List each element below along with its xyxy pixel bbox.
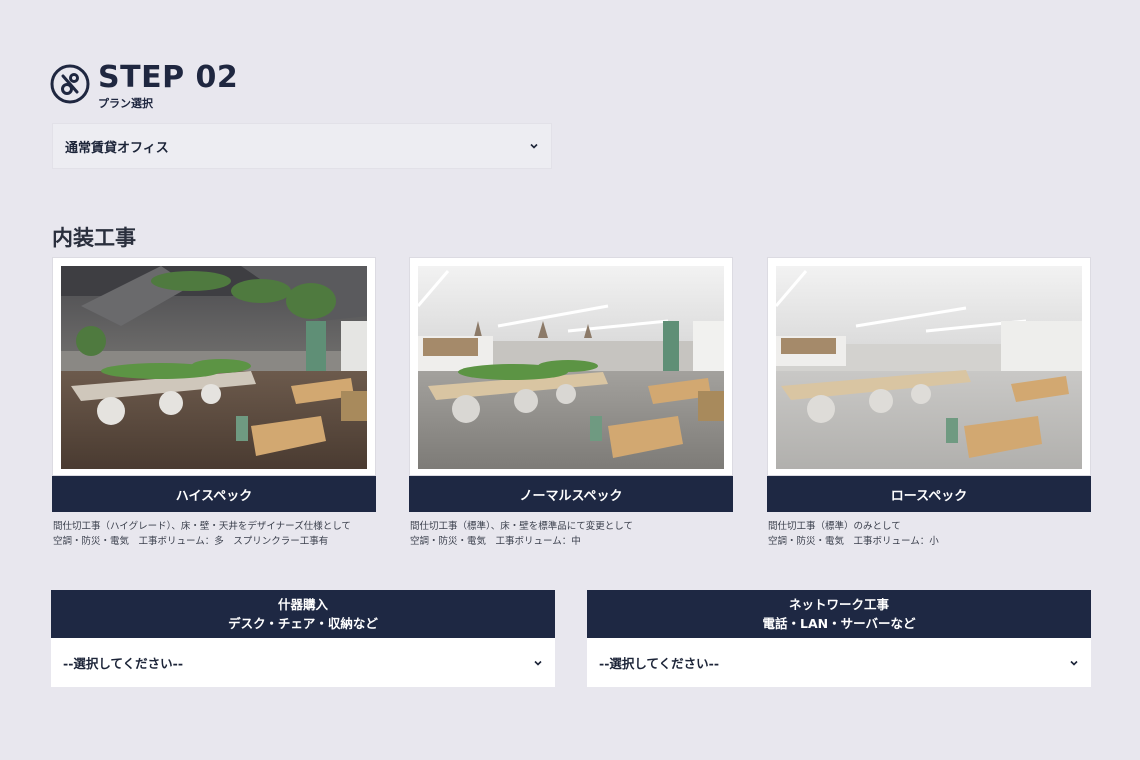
- network-addon-title: ネットワーク工事: [788, 597, 889, 612]
- network-select-value: --選択してください--: [599, 656, 720, 671]
- plan-card-high-spec[interactable]: ハイスペック 間仕切工事（ハイグレード）、床・壁・天井をデザイナーズ仕様として …: [52, 257, 376, 549]
- furniture-addon-title: 什器購入: [277, 597, 328, 612]
- plan-card-desc-line1: 間仕切工事（ハイグレード）、床・壁・天井をデザイナーズ仕様として: [53, 521, 351, 532]
- plan-card-desc-line2: 空調・防災・電気 工事ボリューム：中: [410, 536, 581, 547]
- chevron-down-icon: [1070, 660, 1078, 666]
- photo-frame: [409, 257, 733, 476]
- office-photo-normal-spec: [418, 266, 724, 469]
- furniture-addon-subtitle: デスク・チェア・収納など: [228, 616, 378, 631]
- furniture-select-value: --選択してください--: [63, 656, 184, 671]
- network-addon-header: ネットワーク工事 電話・LAN・サーバーなど: [587, 590, 1091, 638]
- network-select[interactable]: --選択してください--: [587, 638, 1091, 687]
- office-photo-high-spec: [61, 266, 367, 469]
- plan-select[interactable]: 通常賃貸オフィス: [52, 123, 552, 169]
- photo-frame: [767, 257, 1091, 476]
- plan-card-label: ロースペック: [767, 476, 1091, 512]
- chevron-down-icon: [534, 660, 542, 666]
- network-addon-subtitle: 電話・LAN・サーバーなど: [762, 616, 916, 631]
- step-subtitle: プラン選択: [98, 97, 153, 110]
- furniture-select[interactable]: --選択してください--: [51, 638, 555, 687]
- section-title: 内装工事: [52, 226, 136, 250]
- network-addon: ネットワーク工事 電話・LAN・サーバーなど --選択してください--: [587, 590, 1091, 687]
- plan-card-low-spec[interactable]: ロースペック 間仕切工事（標準）のみとして 空調・防災・電気 工事ボリューム：小: [767, 257, 1091, 549]
- plan-card-desc-line1: 間仕切工事（標準）、床・壁を標準品にて変更として: [410, 521, 633, 532]
- plan-select-value: 通常賃貸オフィス: [65, 140, 169, 156]
- plan-card-normal-spec[interactable]: ノーマルスペック 間仕切工事（標準）、床・壁を標準品にて変更として 空調・防災・…: [409, 257, 733, 549]
- step-logo-icon: [50, 64, 90, 104]
- step-title: STEP 02: [98, 60, 239, 95]
- plan-card-desc-line2: 空調・防災・電気 工事ボリューム：小: [768, 536, 939, 547]
- chevron-down-icon: [530, 143, 538, 149]
- plan-card-label: ノーマルスペック: [409, 476, 733, 512]
- furniture-addon-header: 什器購入 デスク・チェア・収納など: [51, 590, 555, 638]
- plan-card-desc-line1: 間仕切工事（標準）のみとして: [768, 521, 901, 532]
- plan-card-desc-line2: 空調・防災・電気 工事ボリューム：多 スプリンクラー工事有: [53, 536, 329, 547]
- step-header: STEP 02 プラン選択: [50, 62, 238, 111]
- furniture-addon: 什器購入 デスク・チェア・収納など --選択してください--: [51, 590, 555, 687]
- office-photo-low-spec: [776, 266, 1082, 469]
- photo-frame: [52, 257, 376, 476]
- plan-card-label: ハイスペック: [52, 476, 376, 512]
